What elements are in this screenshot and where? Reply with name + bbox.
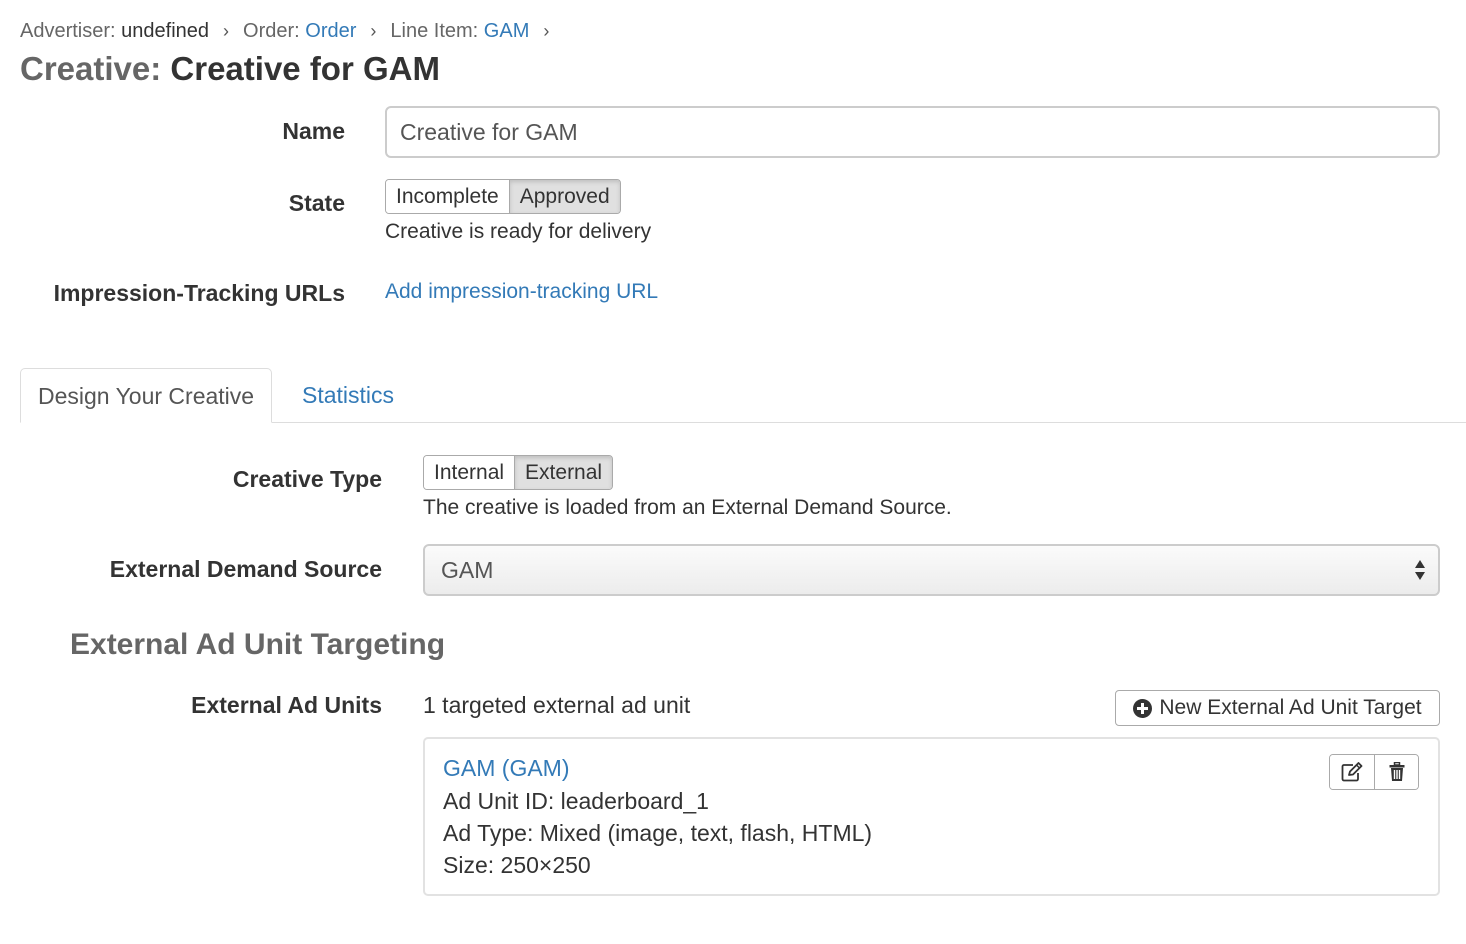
ad-unit-card: GAM (GAM) Ad Unit ID: leaderboard_1 Ad T… <box>423 737 1440 896</box>
ad-unit-id: Ad Unit ID: leaderboard_1 <box>443 788 709 814</box>
breadcrumb-advertiser-value: undefined <box>121 20 210 42</box>
new-ad-unit-target-button[interactable]: New External Ad Unit Target <box>1115 690 1440 726</box>
breadcrumb-line-item: Line Item: GAM <box>390 20 529 43</box>
creative-type-option-internal[interactable]: Internal <box>424 456 515 489</box>
breadcrumb-line-item-link[interactable]: GAM <box>484 20 530 42</box>
trash-icon <box>1389 762 1404 781</box>
tab-statistics[interactable]: Statistics <box>285 368 411 423</box>
creative-type-toggle: Internal External <box>423 455 614 490</box>
page-title: Creative: Creative for GAM <box>20 50 440 88</box>
ad-units-label: External Ad Units <box>191 692 382 718</box>
sort-arrows-icon <box>1415 560 1425 580</box>
breadcrumb-separator-icon: › <box>223 21 230 41</box>
delete-ad-unit-button[interactable] <box>1374 755 1418 789</box>
breadcrumb-order: Order: Order <box>243 20 356 43</box>
page-title-prefix: Creative: <box>20 50 162 87</box>
breadcrumb-line-item-label: Line Item: <box>390 20 479 42</box>
add-tracking-url-link[interactable]: Add impression-tracking URL <box>385 280 658 304</box>
edit-ad-unit-button[interactable] <box>1330 755 1374 789</box>
demand-source-label: External Demand Source <box>109 556 382 582</box>
breadcrumb-advertiser: Advertiser: undefined <box>20 20 209 43</box>
demand-source-select[interactable]: GAM <box>423 544 1440 596</box>
state-toggle: Incomplete Approved <box>385 179 621 214</box>
tracking-urls-label: Impression-Tracking URLs <box>53 280 345 306</box>
edit-icon <box>1341 762 1363 782</box>
targeting-section-title: External Ad Unit Targeting <box>70 628 446 661</box>
ad-unit-type: Ad Type: Mixed (image, text, flash, HTML… <box>443 820 873 846</box>
ad-unit-title-link[interactable]: GAM (GAM) <box>443 755 570 782</box>
tab-design-your-creative[interactable]: Design Your Creative <box>20 368 273 423</box>
state-label: State <box>288 190 345 216</box>
name-input[interactable] <box>385 106 1440 158</box>
creative-type-option-external[interactable]: External <box>514 456 613 489</box>
creative-type-label: Creative Type <box>232 466 382 492</box>
name-label: Name <box>282 118 345 144</box>
page-title-name: Creative for GAM <box>170 50 440 87</box>
state-option-approved[interactable]: Approved <box>508 180 620 213</box>
breadcrumb-order-label: Order: <box>243 20 300 42</box>
creative-type-help-text: The creative is loaded from an External … <box>423 496 952 519</box>
breadcrumb-separator-icon: › <box>543 21 550 41</box>
breadcrumb-order-link[interactable]: Order <box>305 20 356 42</box>
plus-circle-icon <box>1133 698 1153 718</box>
breadcrumb: Advertiser: undefined › Order: Order › L… <box>20 20 563 43</box>
state-option-incomplete[interactable]: Incomplete <box>386 180 509 213</box>
state-help-text: Creative is ready for delivery <box>385 220 652 243</box>
new-ad-unit-target-label: New External Ad Unit Target <box>1159 696 1422 719</box>
breadcrumb-separator-icon: › <box>370 21 377 41</box>
breadcrumb-advertiser-label: Advertiser: <box>20 20 116 42</box>
ad-unit-size: Size: 250×250 <box>443 852 591 878</box>
ad-units-count: 1 targeted external ad unit <box>423 692 691 718</box>
ad-unit-actions <box>1329 754 1419 790</box>
demand-source-value: GAM <box>441 557 494 583</box>
